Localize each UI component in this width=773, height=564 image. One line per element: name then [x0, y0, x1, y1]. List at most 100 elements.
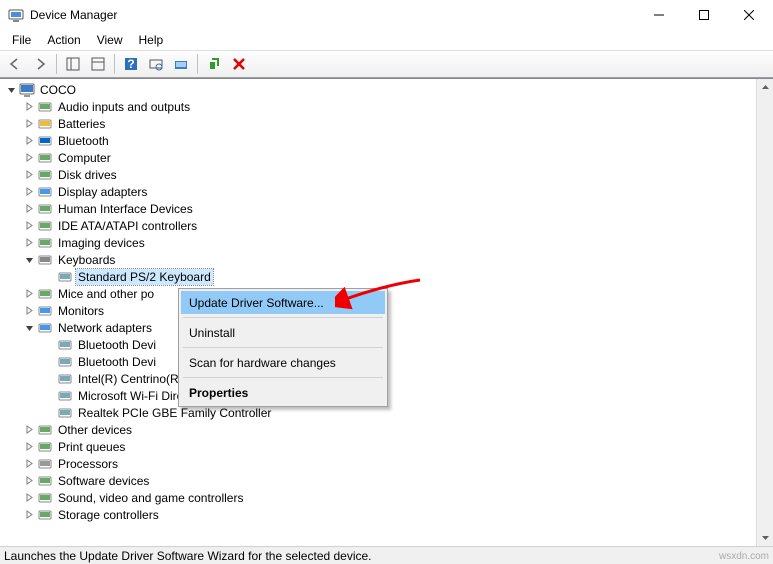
- expand-icon[interactable]: [22, 304, 36, 318]
- menu-view[interactable]: View: [89, 31, 131, 49]
- collapse-icon[interactable]: [22, 253, 36, 267]
- category-icon: >: [37, 490, 53, 506]
- tree-category-label: Processors: [56, 456, 120, 472]
- tree-category[interactable]: >Audio inputs and outputs: [0, 98, 773, 115]
- tree-category-label: Keyboards: [56, 252, 117, 268]
- tree-device[interactable]: >Standard PS/2 Keyboard: [0, 268, 773, 285]
- expand-icon[interactable]: [22, 508, 36, 522]
- scrollbar-vertical[interactable]: [756, 79, 773, 546]
- scroll-down-button[interactable]: [757, 529, 773, 546]
- tree-category[interactable]: >Keyboards: [0, 251, 773, 268]
- device-icon: >: [57, 371, 73, 387]
- category-icon: >: [37, 286, 53, 302]
- category-icon: >: [37, 133, 53, 149]
- expand-icon[interactable]: [22, 423, 36, 437]
- tree-category[interactable]: >Batteries: [0, 115, 773, 132]
- expand-icon[interactable]: [22, 219, 36, 233]
- minimize-button[interactable]: [636, 0, 681, 29]
- tree-category-label: Network adapters: [56, 320, 154, 336]
- tree-category[interactable]: >Sound, video and game controllers: [0, 489, 773, 506]
- device-icon: >: [57, 388, 73, 404]
- statusbar: Launches the Update Driver Software Wiza…: [0, 546, 773, 564]
- back-button[interactable]: [4, 53, 26, 75]
- expand-icon[interactable]: [22, 117, 36, 131]
- tree-category[interactable]: >Computer: [0, 149, 773, 166]
- expand-icon[interactable]: [22, 202, 36, 216]
- update-driver-button[interactable]: [170, 53, 192, 75]
- category-icon: >: [37, 252, 53, 268]
- app-icon: [8, 7, 24, 23]
- scroll-up-button[interactable]: [757, 79, 773, 96]
- tree-category-label: Print queues: [56, 439, 127, 455]
- show-hide-tree-button[interactable]: [62, 53, 84, 75]
- expand-icon[interactable]: [22, 474, 36, 488]
- properties-button[interactable]: [87, 53, 109, 75]
- tree-category[interactable]: >Disk drives: [0, 166, 773, 183]
- context-separator: [183, 317, 383, 318]
- expand-icon[interactable]: [22, 151, 36, 165]
- expand-icon[interactable]: [22, 185, 36, 199]
- tree-category[interactable]: >Print queues: [0, 438, 773, 455]
- category-icon: >: [37, 99, 53, 115]
- enable-button[interactable]: [203, 53, 225, 75]
- tree-category[interactable]: >Software devices: [0, 472, 773, 489]
- tree-category[interactable]: >Imaging devices: [0, 234, 773, 251]
- category-icon: >: [37, 184, 53, 200]
- expand-icon[interactable]: [22, 100, 36, 114]
- context-scan[interactable]: Scan for hardware changes: [181, 351, 385, 374]
- category-icon: >: [37, 303, 53, 319]
- tree-category[interactable]: >Bluetooth: [0, 132, 773, 149]
- menu-file[interactable]: File: [4, 31, 39, 49]
- expand-icon[interactable]: [22, 457, 36, 471]
- window-title: Device Manager: [30, 8, 117, 22]
- tree-category[interactable]: >IDE ATA/ATAPI controllers: [0, 217, 773, 234]
- category-icon: >: [37, 201, 53, 217]
- tree-category[interactable]: >Other devices: [0, 421, 773, 438]
- tree-category[interactable]: >Storage controllers: [0, 506, 773, 523]
- tree-category[interactable]: >Processors: [0, 455, 773, 472]
- tree-category[interactable]: >Human Interface Devices: [0, 200, 773, 217]
- collapse-icon[interactable]: [22, 321, 36, 335]
- category-icon: >: [37, 116, 53, 132]
- tree-root[interactable]: COCO: [0, 81, 773, 98]
- watermark: wsxdn.com: [719, 551, 769, 562]
- menu-help[interactable]: Help: [131, 31, 172, 49]
- expand-icon[interactable]: [22, 134, 36, 148]
- tree-category-label: Other devices: [56, 422, 134, 438]
- category-icon: >: [37, 150, 53, 166]
- collapse-icon[interactable]: [4, 83, 18, 97]
- titlebar: Device Manager: [0, 0, 773, 30]
- category-icon: >: [37, 320, 53, 336]
- tree-category-label: Audio inputs and outputs: [56, 99, 192, 115]
- menu-action[interactable]: Action: [39, 31, 88, 49]
- context-update-driver[interactable]: Update Driver Software...: [181, 291, 385, 314]
- tree-category-label: Disk drives: [56, 167, 119, 183]
- context-uninstall[interactable]: Uninstall: [181, 321, 385, 344]
- category-icon: >: [37, 473, 53, 489]
- tree-category[interactable]: >Display adapters: [0, 183, 773, 200]
- computer-icon: [19, 82, 35, 98]
- context-separator: [183, 347, 383, 348]
- tree-category-label: Monitors: [56, 303, 106, 319]
- help-button[interactable]: ?: [120, 53, 142, 75]
- close-button[interactable]: [726, 0, 771, 29]
- device-icon: >: [57, 337, 73, 353]
- expand-icon[interactable]: [22, 491, 36, 505]
- maximize-button[interactable]: [681, 0, 726, 29]
- category-icon: >: [37, 456, 53, 472]
- context-properties[interactable]: Properties: [181, 381, 385, 404]
- expand-icon[interactable]: [22, 168, 36, 182]
- tree-category-label: Batteries: [56, 116, 107, 132]
- context-separator: [183, 377, 383, 378]
- expand-icon[interactable]: [22, 440, 36, 454]
- tree-device-label: Bluetooth Devi: [76, 354, 158, 370]
- expand-icon[interactable]: [22, 236, 36, 250]
- tree-category-label: Storage controllers: [56, 507, 161, 523]
- tree-device-label: Standard PS/2 Keyboard: [76, 269, 213, 285]
- tree-category-label: Imaging devices: [56, 235, 147, 251]
- expand-icon[interactable]: [22, 287, 36, 301]
- uninstall-button[interactable]: [228, 53, 250, 75]
- menubar: File Action View Help: [0, 30, 773, 50]
- forward-button[interactable]: [29, 53, 51, 75]
- scan-hardware-button[interactable]: [145, 53, 167, 75]
